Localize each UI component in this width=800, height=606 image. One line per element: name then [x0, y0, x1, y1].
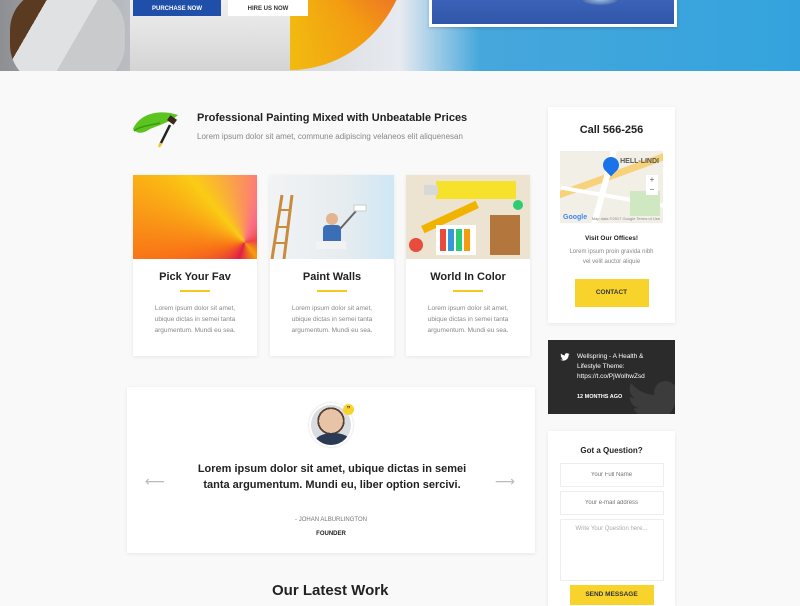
google-logo: Google	[563, 214, 588, 221]
arrow-right-icon[interactable]: ⟶	[495, 473, 515, 490]
card-title: Paint Walls	[302, 271, 362, 283]
paint-bucket-photo	[429, 0, 677, 27]
paint-bottle-image	[582, 0, 618, 5]
map-label: HELL-LINDI	[620, 158, 659, 165]
send-message-button[interactable]: SEND MESSAGE	[569, 585, 654, 605]
visit-offices-text: Lorem ipsum proin gravida nibh vel velit…	[569, 249, 654, 265]
card-divider	[180, 290, 210, 292]
color-swatches-image	[133, 175, 257, 259]
card-text: Lorem ipsum dolor sit amet, ubique dicta…	[291, 305, 373, 334]
latest-work-title: Our Latest Work	[272, 582, 389, 599]
email-input[interactable]	[559, 491, 664, 515]
avatar-shirt	[315, 433, 351, 445]
testimonial-author: - JOHAN ALBURLINGTON	[295, 517, 367, 523]
call-widget: Call 566-256 HELL-LINDI + − Google Map da…	[548, 107, 675, 323]
location-map[interactable]: HELL-LINDI + − Google Map data ©2017 Goog…	[560, 151, 663, 223]
card-text: Lorem ipsum dolor sit amet, ubique dicta…	[427, 305, 509, 334]
tweet-time: 12 MONTHS AGO	[577, 394, 623, 400]
painter-illustration	[270, 194, 367, 259]
card-title: World In Color	[430, 271, 506, 283]
question-form: Got a Question? Write Your Question here…	[548, 431, 675, 606]
twitter-widget: Wellspring - A Health & Lifestyle Theme:…	[548, 340, 675, 414]
quote-icon: ”	[343, 404, 354, 415]
contact-button[interactable]: CONTACT	[574, 279, 649, 307]
map-zoom-controls[interactable]: + −	[646, 175, 658, 195]
painting-tools-image	[406, 175, 530, 259]
map-credit: Map data ©2017 Google Terms of Use	[591, 216, 660, 221]
visit-offices-title: Visit Our Offices!	[585, 235, 638, 242]
color-swatch-fan-image	[290, 0, 410, 70]
arrow-left-icon[interactable]: ⟵	[145, 473, 165, 490]
full-name-input[interactable]	[559, 463, 664, 487]
feature-subtitle: Lorem ipsum dolor sit amet, commune adip…	[197, 132, 463, 141]
paint-brush-icon	[133, 112, 178, 148]
twitter-watermark-icon	[629, 381, 675, 414]
painter-roller-image	[10, 0, 125, 71]
hero-banner: PURCHASE NOW HIRE US NOW	[0, 0, 800, 71]
painting-tools-illustration	[406, 175, 530, 259]
hire-us-button[interactable]: HIRE US NOW	[228, 0, 308, 16]
painter-on-ladder-image	[270, 175, 394, 259]
testimonial-quote: Lorem ipsum dolor sit amet, ubique dicta…	[197, 463, 467, 491]
card-divider	[453, 290, 483, 292]
twitter-icon	[560, 353, 570, 361]
call-title: Call 566-256	[579, 124, 644, 136]
card-text: Lorem ipsum dolor sit amet, ubique dicta…	[154, 305, 236, 334]
service-card-world-in-color[interactable]: World In Color Lorem ipsum dolor sit ame…	[406, 175, 530, 356]
testimonial-card: ” ⟵ Lorem ipsum dolor sit amet, ubique d…	[127, 387, 535, 553]
card-title: Pick Your Fav	[159, 271, 231, 283]
testimonial-role: FOUNDER	[316, 531, 346, 537]
question-title: Got a Question?	[580, 446, 643, 455]
purchase-now-button[interactable]: PURCHASE NOW	[133, 0, 221, 16]
service-card-paint-walls[interactable]: Paint Walls Lorem ipsum dolor sit amet, …	[270, 175, 394, 356]
card-divider	[317, 290, 347, 292]
question-textarea[interactable]: Write Your Question here...	[559, 519, 664, 581]
feature-title: Professional Painting Mixed with Unbeata…	[197, 112, 468, 124]
service-card-pick-your-fav[interactable]: Pick Your Fav Lorem ipsum dolor sit amet…	[133, 175, 257, 356]
